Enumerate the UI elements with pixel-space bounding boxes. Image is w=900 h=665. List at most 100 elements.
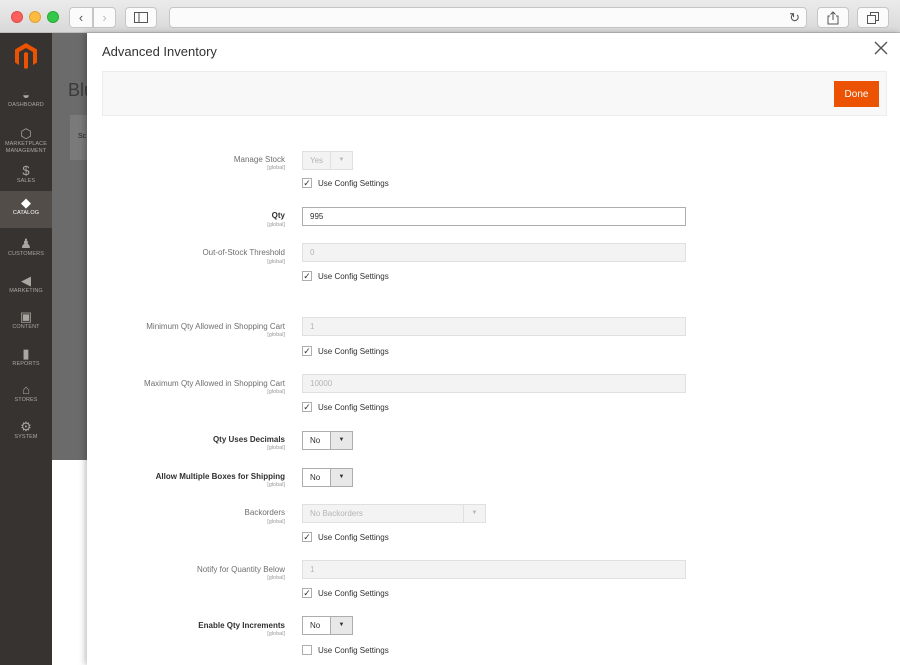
max-qty-input[interactable]: 10000 [302, 374, 686, 393]
scope-label: [global] [267, 165, 285, 171]
enable-qty-increments-use-config[interactable]: Use Config Settings [302, 644, 389, 656]
checkbox-unchecked[interactable] [302, 645, 312, 655]
back-button[interactable]: ‹ [69, 7, 93, 28]
chevron-down-icon: ▼ [330, 432, 352, 449]
out-of-stock-threshold-use-config[interactable]: ✓ Use Config Settings [302, 270, 389, 282]
checkbox-checked[interactable]: ✓ [302, 402, 312, 412]
menu-item-label: CONTENT [12, 324, 40, 330]
browser-toolbar: ‹ › ↻ [0, 0, 900, 33]
close-window-button[interactable] [11, 11, 23, 23]
scope-label: [global] [267, 445, 285, 451]
notify-qty-below-input[interactable]: 1 [302, 560, 686, 579]
checkbox-checked[interactable]: ✓ [302, 178, 312, 188]
qty-uses-decimals-select[interactable]: No ▼ [302, 431, 353, 450]
backorders-select[interactable]: No Backorders ▼ [302, 504, 486, 523]
menu-item-label: STORES [14, 397, 38, 403]
scope-label: [global] [267, 482, 285, 488]
chevron-down-icon: ▼ [330, 469, 352, 486]
manage-stock-select[interactable]: Yes ▼ [302, 151, 353, 170]
background-card: Sc [70, 115, 87, 160]
cube-icon: ◆ [21, 195, 31, 210]
qty-input[interactable]: 995 [302, 207, 686, 226]
max-qty-label: Maximum Qty Allowed in Shopping Cart [144, 379, 285, 388]
backorders-label: Backorders [244, 508, 285, 517]
menu-item-label: MARKETING [9, 288, 43, 294]
scope-label: [global] [267, 575, 285, 581]
chevron-left-icon: ‹ [78, 10, 84, 25]
menu-item-marketplace-management[interactable]: ⬡ MARKETPLACE MANAGEMENT [0, 122, 52, 158]
min-qty-use-config[interactable]: ✓ Use Config Settings [302, 345, 389, 357]
advanced-inventory-modal: Advanced Inventory Done Manage Stock [gl… [87, 33, 900, 665]
menu-item-customers[interactable]: ♟ CUSTOMERS [0, 232, 52, 262]
share-button[interactable] [817, 7, 849, 28]
backorders-use-config[interactable]: ✓ Use Config Settings [302, 531, 389, 543]
address-bar[interactable]: ↻ [169, 7, 807, 28]
hexagon-icon: ⬡ [20, 126, 32, 141]
menu-item-label: CUSTOMERS [8, 251, 44, 257]
store-icon: ⌂ [22, 382, 30, 397]
chevron-down-icon: ▼ [330, 617, 352, 634]
max-qty-use-config[interactable]: ✓ Use Config Settings [302, 401, 389, 413]
min-qty-label: Minimum Qty Allowed in Shopping Cart [146, 322, 285, 331]
tabs-icon [867, 11, 879, 24]
notify-qty-below-label: Notify for Quantity Below [196, 565, 285, 574]
menu-item-sales[interactable]: $ SALES [0, 159, 52, 187]
bar-chart-icon: ▮ [22, 346, 30, 361]
qty-label: Qty [271, 211, 285, 220]
scope-label: [global] [267, 259, 285, 265]
menu-item-reports[interactable]: ▮ REPORTS [0, 342, 52, 372]
scope-label: [global] [267, 389, 285, 395]
modal-title: Advanced Inventory [102, 44, 217, 59]
chevron-right-icon: › [102, 10, 107, 25]
menu-item-catalog[interactable]: ◆ CATALOG [0, 191, 52, 228]
manage-stock-use-config[interactable]: ✓ Use Config Settings [302, 177, 389, 189]
content-icon: ▣ [19, 309, 33, 324]
done-button[interactable]: Done [834, 81, 879, 107]
dashboard-icon: ◒ [22, 87, 30, 102]
magento-logo [15, 43, 37, 69]
sidebar-icon [134, 12, 148, 23]
menu-item-label: CATALOG [12, 210, 40, 216]
chevron-down-icon: ▼ [463, 505, 485, 522]
notify-qty-below-use-config[interactable]: ✓ Use Config Settings [302, 587, 389, 599]
checkbox-checked[interactable]: ✓ [302, 271, 312, 281]
menu-item-content[interactable]: ▣ CONTENT [0, 305, 52, 335]
menu-item-stores[interactable]: ⌂ STORES [0, 378, 52, 408]
menu-item-label: SYSTEM [14, 434, 38, 440]
minimize-window-button[interactable] [29, 11, 41, 23]
menu-item-system[interactable]: ⚙ SYSTEM [0, 415, 52, 445]
menu-item-dashboard[interactable]: ◒ DASHBOARD [0, 83, 52, 113]
scope-label: [global] [267, 222, 285, 228]
reload-icon[interactable]: ↻ [789, 10, 800, 26]
share-icon [827, 10, 839, 24]
admin-menu: ◒ DASHBOARD ⬡ MARKETPLACE MANAGEMENT $ SALES ◆… [0, 33, 52, 665]
menu-item-label: DASHBOARD [8, 102, 44, 108]
menu-item-label: MARKETPLACE MANAGEMENT [4, 141, 48, 154]
multiple-boxes-select[interactable]: No ▼ [302, 468, 353, 487]
checkbox-checked[interactable]: ✓ [302, 588, 312, 598]
menu-item-label: SALES [16, 178, 36, 184]
manage-stock-label: Manage Stock [233, 155, 285, 164]
min-qty-input[interactable]: 1 [302, 317, 686, 336]
checkbox-checked[interactable]: ✓ [302, 346, 312, 356]
close-icon[interactable] [873, 40, 889, 56]
scope-label: [global] [267, 631, 285, 637]
enable-qty-increments-label: Enable Qty Increments [198, 621, 285, 630]
dollar-icon: $ [22, 163, 30, 178]
multiple-boxes-label: Allow Multiple Boxes for Shipping [155, 472, 285, 481]
out-of-stock-threshold-input[interactable]: 0 [302, 243, 686, 262]
person-icon: ♟ [20, 236, 32, 251]
sidebar-toggle-button[interactable] [125, 7, 157, 28]
scope-label: [global] [267, 332, 285, 338]
menu-item-label: REPORTS [12, 361, 40, 367]
forward-button[interactable]: › [93, 7, 116, 28]
qty-uses-decimals-label: Qty Uses Decimals [212, 435, 285, 444]
checkbox-checked[interactable]: ✓ [302, 532, 312, 542]
menu-item-marketing[interactable]: ◀ MARKETING [0, 269, 52, 299]
out-of-stock-threshold-label: Out-of-Stock Threshold [202, 248, 285, 257]
tab-overview-button[interactable] [857, 7, 889, 28]
enable-qty-increments-select[interactable]: No ▼ [302, 616, 353, 635]
megaphone-icon: ◀ [21, 273, 31, 288]
zoom-window-button[interactable] [47, 11, 59, 23]
gear-icon: ⚙ [20, 419, 32, 434]
